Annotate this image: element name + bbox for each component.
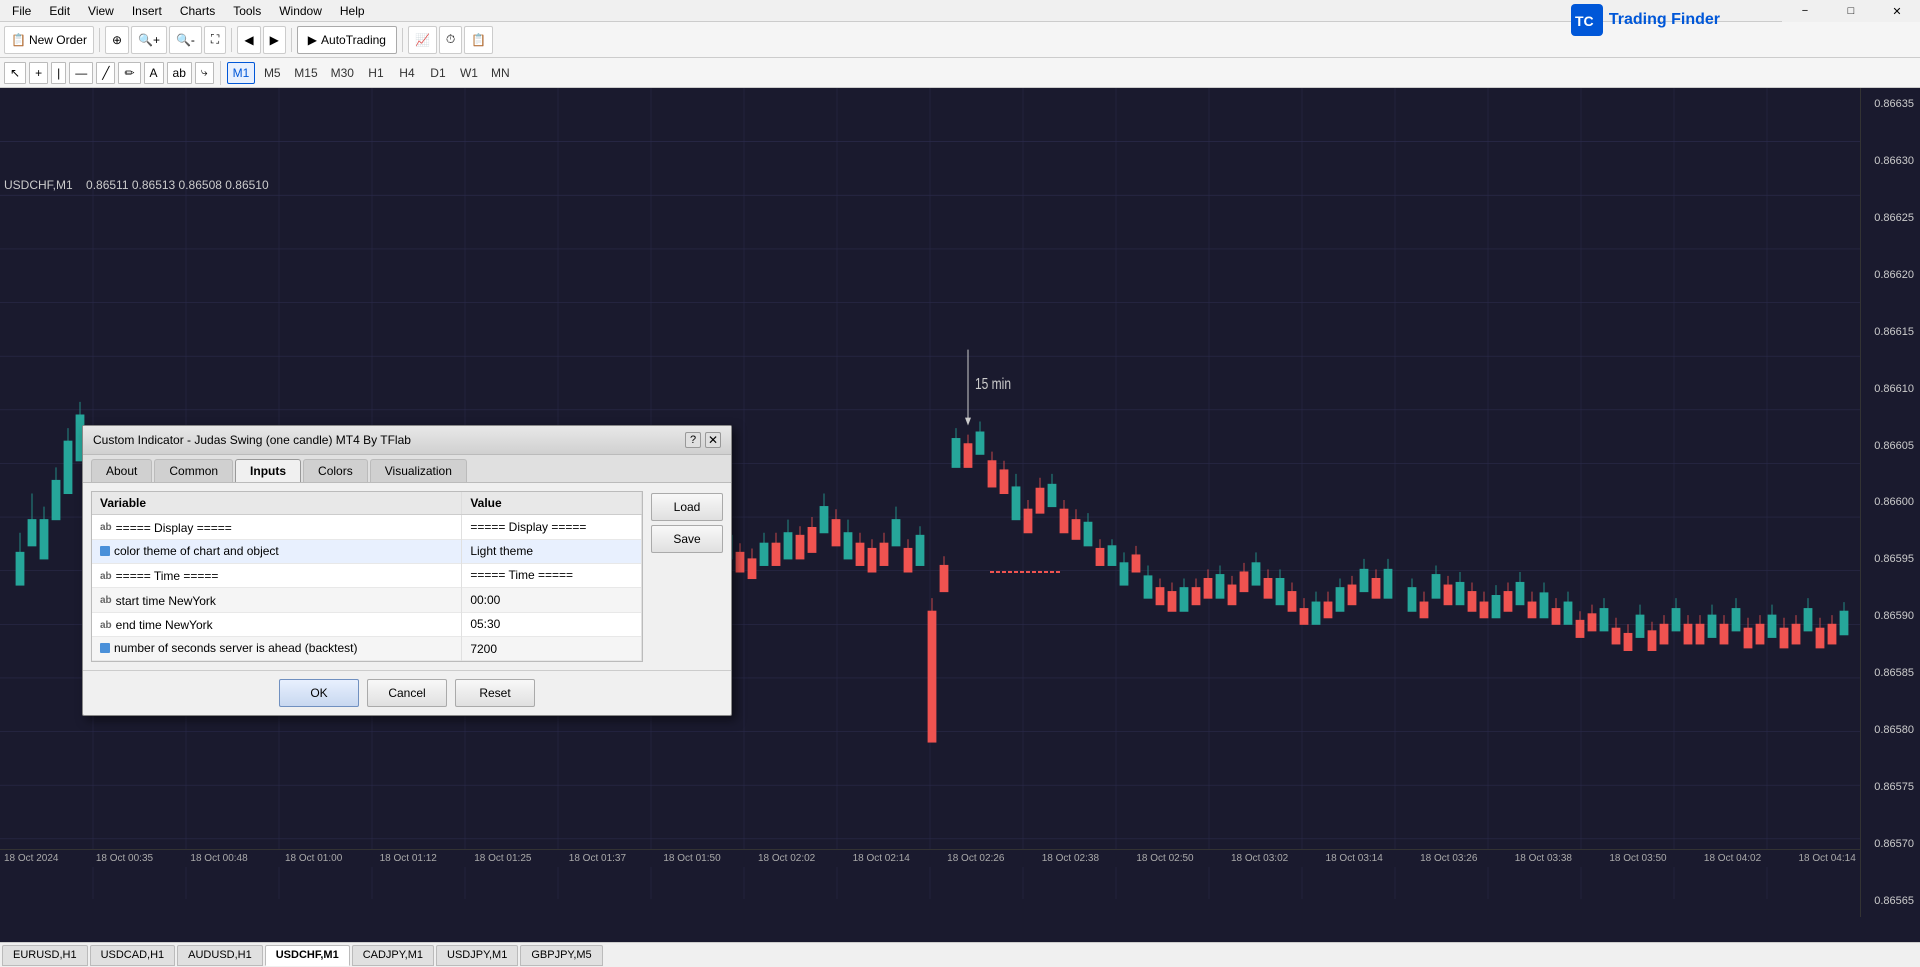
- cell-icon-4: ab start time NewYork: [100, 594, 216, 608]
- col-value-header: Value: [462, 492, 642, 515]
- ab-icon-1: ab: [100, 522, 112, 533]
- reset-button[interactable]: Reset: [455, 679, 535, 707]
- modal-titlebar-buttons: ? ✕: [685, 432, 721, 448]
- variable-cell-6: number of seconds server is ahead (backt…: [92, 637, 462, 661]
- modal-table-area: Variable Value ab ===== Display =====: [91, 491, 643, 662]
- variable-cell-4: ab start time NewYork: [92, 588, 462, 613]
- load-button[interactable]: Load: [651, 493, 723, 521]
- table-row[interactable]: ab end time NewYork 05:30: [92, 612, 642, 637]
- variable-cell-3: ab ===== Time =====: [92, 563, 462, 588]
- blue-sq-icon-6: [100, 643, 110, 653]
- value-cell-6: 7200: [462, 637, 642, 661]
- table-row[interactable]: number of seconds server is ahead (backt…: [92, 637, 642, 661]
- value-cell-5: 05:30: [462, 612, 642, 637]
- blue-sq-icon-2: [100, 546, 110, 556]
- table-row[interactable]: ab start time NewYork 00:00: [92, 588, 642, 613]
- value-cell-2: Light theme: [462, 539, 642, 563]
- modal-tabs: About Common Inputs Colors Visualization: [83, 455, 731, 483]
- value-cell-4: 00:00: [462, 588, 642, 613]
- value-cell-3: ===== Time =====: [462, 563, 642, 588]
- inputs-table: Variable Value ab ===== Display =====: [92, 492, 642, 661]
- modal-tab-colors[interactable]: Colors: [303, 459, 368, 482]
- modal-help-button[interactable]: ?: [685, 432, 701, 448]
- modal-titlebar: Custom Indicator - Judas Swing (one cand…: [83, 426, 731, 455]
- col-variable-header: Variable: [92, 492, 462, 515]
- table-row[interactable]: ab ===== Display ===== ===== Display ===…: [92, 515, 642, 540]
- ab-icon-5: ab: [100, 620, 112, 631]
- table-row[interactable]: ab ===== Time ===== ===== Time =====: [92, 563, 642, 588]
- variable-cell-5: ab end time NewYork: [92, 612, 462, 637]
- variable-cell-2: color theme of chart and object: [92, 539, 462, 563]
- cell-icon-1: ab ===== Display =====: [100, 521, 232, 535]
- modal-title: Custom Indicator - Judas Swing (one cand…: [93, 433, 411, 447]
- ab-icon-3: ab: [100, 571, 112, 582]
- cell-icon-2: color theme of chart and object: [100, 544, 279, 558]
- value-cell-1: ===== Display =====: [462, 515, 642, 540]
- cell-icon-3: ab ===== Time =====: [100, 569, 218, 583]
- modal-close-button[interactable]: ✕: [705, 432, 721, 448]
- ok-button[interactable]: OK: [279, 679, 359, 707]
- modal-dialog: Custom Indicator - Judas Swing (one cand…: [82, 425, 732, 716]
- modal-side-buttons: Load Save: [651, 491, 723, 662]
- modal-tab-visualization[interactable]: Visualization: [370, 459, 467, 482]
- modal-content: Variable Value ab ===== Display =====: [83, 483, 731, 670]
- modal-tab-about[interactable]: About: [91, 459, 152, 482]
- cell-icon-6: number of seconds server is ahead (backt…: [100, 641, 357, 655]
- modal-tab-common[interactable]: Common: [154, 459, 233, 482]
- cancel-button[interactable]: Cancel: [367, 679, 447, 707]
- ab-icon-4: ab: [100, 595, 112, 606]
- save-button[interactable]: Save: [651, 525, 723, 553]
- modal-footer: OK Cancel Reset: [83, 670, 731, 715]
- modal-tab-inputs[interactable]: Inputs: [235, 459, 301, 482]
- modal-overlay: Custom Indicator - Judas Swing (one cand…: [0, 0, 1920, 967]
- variable-cell-1: ab ===== Display =====: [92, 515, 462, 540]
- cell-icon-5: ab end time NewYork: [100, 618, 213, 632]
- table-row[interactable]: color theme of chart and object Light th…: [92, 539, 642, 563]
